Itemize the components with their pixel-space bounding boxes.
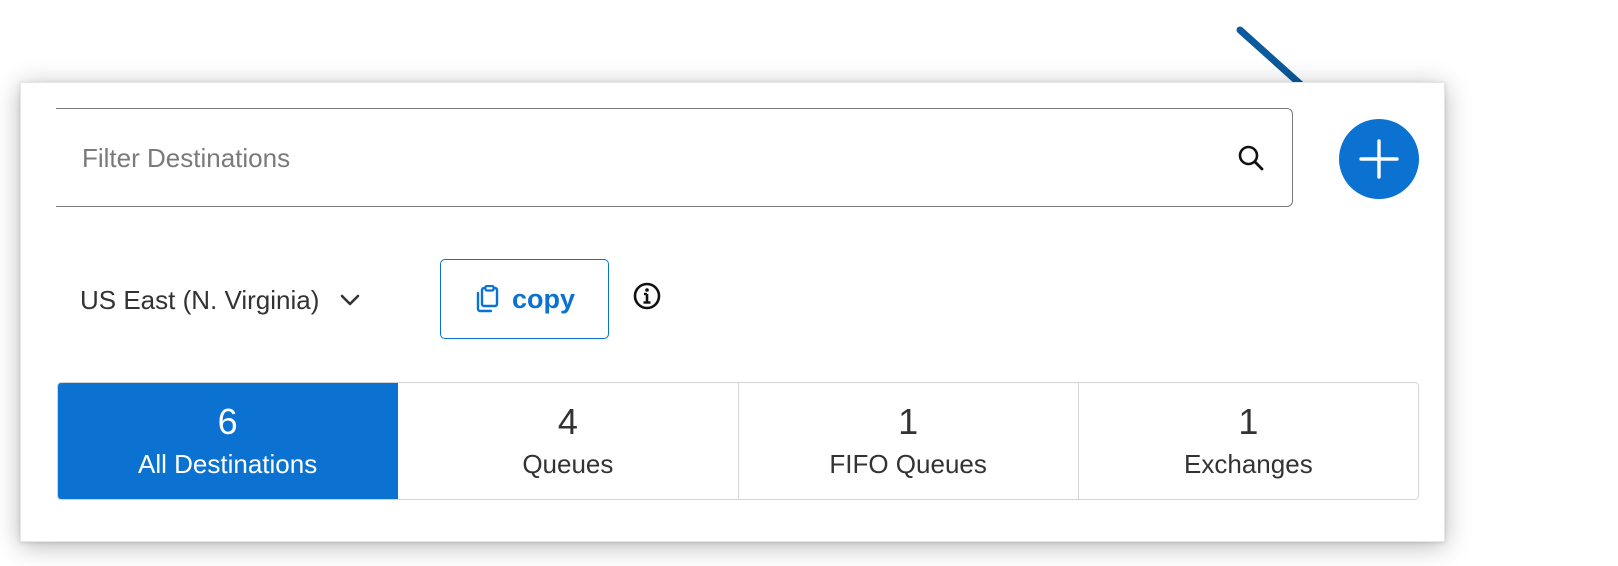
copy-button[interactable]: copy bbox=[440, 259, 609, 339]
tab-queues[interactable]: 4 Queues bbox=[398, 383, 739, 499]
tab-all-destinations[interactable]: 6 All Destinations bbox=[58, 383, 399, 499]
chevron-down-icon bbox=[341, 294, 360, 306]
destination-type-tabs: 6 All Destinations 4 Queues 1 FIFO Queue… bbox=[57, 382, 1419, 500]
clipboard-icon bbox=[476, 285, 499, 313]
info-icon[interactable] bbox=[633, 282, 661, 310]
region-select[interactable]: US East (N. Virginia) bbox=[80, 280, 361, 320]
tab-count: 6 bbox=[217, 401, 238, 442]
tab-count: 4 bbox=[557, 401, 578, 442]
tab-label: Exchanges bbox=[1184, 449, 1313, 479]
tab-label: FIFO Queues bbox=[829, 449, 987, 479]
tab-fifo-queues[interactable]: 1 FIFO Queues bbox=[738, 383, 1079, 499]
tab-count: 1 bbox=[1238, 401, 1259, 442]
tab-count: 1 bbox=[898, 401, 919, 442]
tab-label: Queues bbox=[522, 449, 614, 479]
tab-exchanges[interactable]: 1 Exchanges bbox=[1078, 383, 1418, 499]
search-box bbox=[56, 108, 1293, 207]
copy-button-label: copy bbox=[511, 283, 576, 314]
page: US East (N. Virginia) copy 6 All Destina… bbox=[0, 0, 1618, 566]
search-icon[interactable] bbox=[1236, 143, 1266, 173]
tab-label: All Destinations bbox=[138, 449, 318, 479]
plus-icon bbox=[1359, 139, 1399, 179]
region-select-value: US East (N. Virginia) bbox=[80, 284, 320, 315]
add-destination-button[interactable] bbox=[1339, 119, 1419, 199]
search-input[interactable] bbox=[80, 109, 1184, 207]
